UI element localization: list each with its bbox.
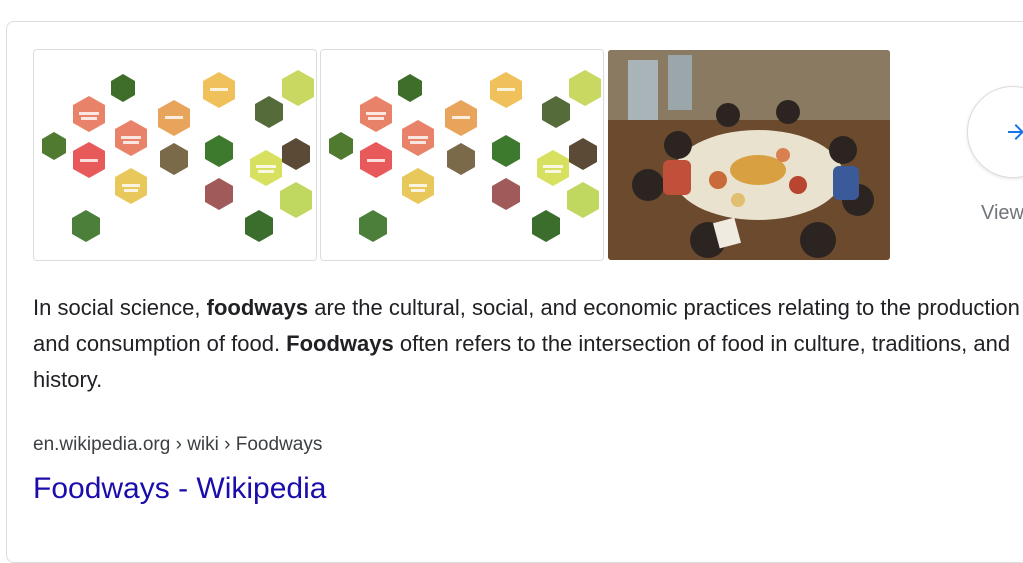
hexagon-infographic-image: [34, 50, 316, 260]
description-snippet: In social science, foodways are the cult…: [33, 290, 1023, 398]
dining-photo-image: [608, 50, 890, 260]
arrow-right-icon: [1008, 124, 1023, 140]
image-thumbnail-2[interactable]: [320, 49, 604, 261]
knowledge-card: View In social science, foodways are the…: [6, 21, 1023, 563]
source-breadcrumb: en.wikipedia.org › wiki › Foodways: [33, 434, 323, 455]
image-thumbnail-3[interactable]: [607, 49, 891, 261]
snippet-bold-term: Foodways: [286, 331, 394, 356]
snippet-bold-term: foodways: [206, 295, 309, 320]
snippet-text: In social science,: [33, 295, 207, 320]
view-all-circle[interactable]: [967, 86, 1023, 178]
image-thumbnail-1[interactable]: [33, 49, 317, 261]
view-all-button[interactable]: View: [967, 82, 1023, 224]
view-all-label[interactable]: View: [981, 202, 1023, 225]
result-title-link[interactable]: Foodways - Wikipedia: [33, 472, 326, 506]
hexagon-infographic-image: [321, 50, 603, 260]
